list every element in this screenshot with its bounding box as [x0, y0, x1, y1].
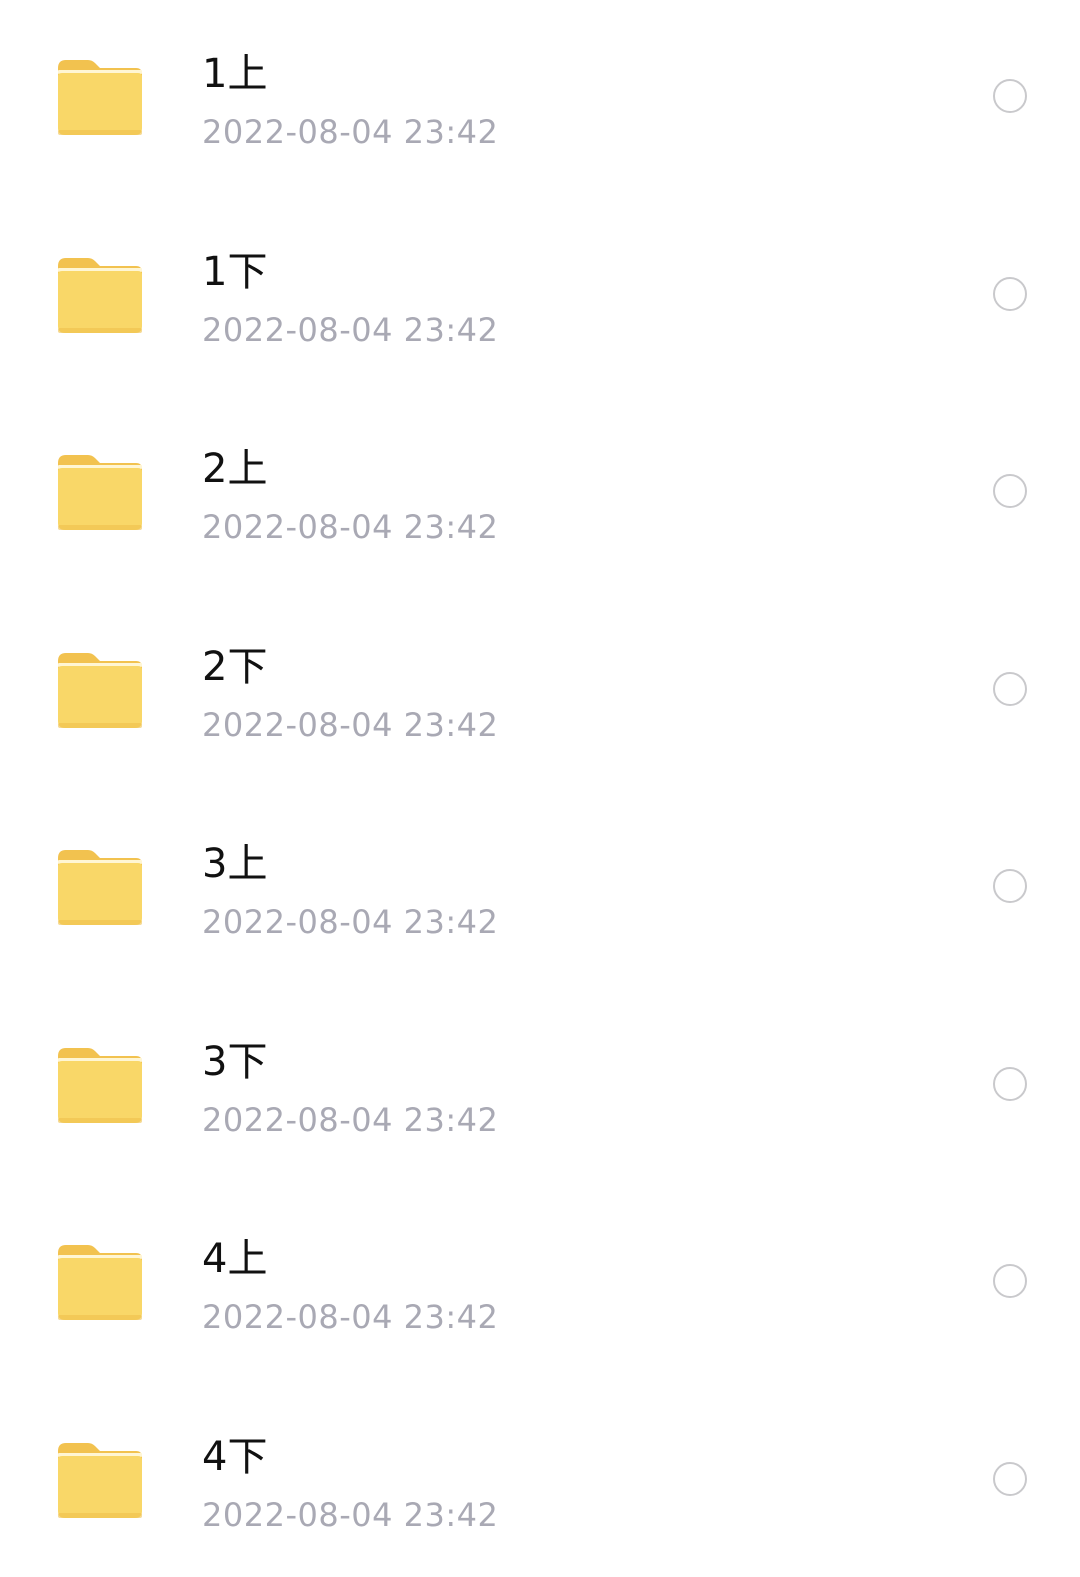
folder-icon: [56, 256, 144, 334]
folder-icon: [56, 1046, 144, 1124]
file-name: 2下: [202, 644, 268, 690]
select-radio[interactable]: [993, 1067, 1027, 1101]
file-name: 1下: [202, 249, 268, 295]
folder-icon: [56, 1441, 144, 1519]
file-date: 2022-08-04 23:42: [202, 903, 499, 941]
file-name: 3上: [202, 841, 268, 887]
file-name: 4上: [202, 1236, 268, 1282]
file-date: 2022-08-04 23:42: [202, 1101, 499, 1139]
file-date: 2022-08-04 23:42: [202, 706, 499, 744]
folder-icon: [56, 848, 144, 926]
select-radio[interactable]: [993, 1462, 1027, 1496]
select-radio[interactable]: [993, 1264, 1027, 1298]
file-date: 2022-08-04 23:42: [202, 508, 499, 546]
select-radio[interactable]: [993, 277, 1027, 311]
file-list: 1上 2022-08-04 23:42 1下 2022-08-04 23:42 …: [0, 0, 1080, 1577]
select-radio[interactable]: [993, 672, 1027, 706]
folder-icon: [56, 1243, 144, 1321]
select-radio[interactable]: [993, 869, 1027, 903]
file-name: 4下: [202, 1434, 268, 1480]
file-name: 2上: [202, 446, 268, 492]
file-date: 2022-08-04 23:42: [202, 1496, 499, 1534]
file-name: 3下: [202, 1039, 268, 1085]
file-date: 2022-08-04 23:42: [202, 1298, 499, 1336]
select-radio[interactable]: [993, 474, 1027, 508]
file-date: 2022-08-04 23:42: [202, 311, 499, 349]
file-row[interactable]: 4下 2022-08-04 23:42: [0, 0, 1080, 1534]
folder-icon: [56, 651, 144, 729]
folder-icon: [56, 453, 144, 531]
